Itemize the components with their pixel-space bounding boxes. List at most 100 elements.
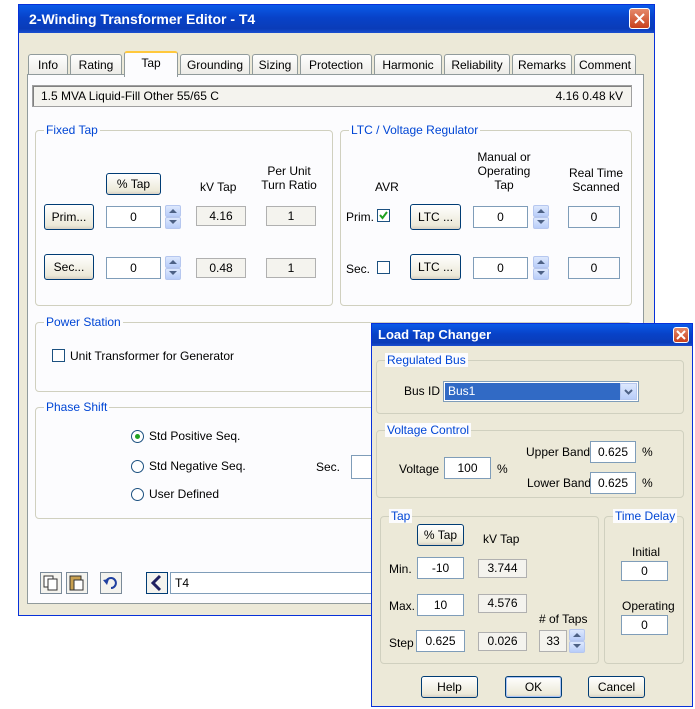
std-negative-label: Std Negative Seq. bbox=[149, 459, 246, 473]
step-label: Step bbox=[389, 636, 414, 650]
initial-delay-input[interactable]: 0 bbox=[621, 561, 668, 581]
copy-icon[interactable] bbox=[40, 572, 62, 594]
avr-sec-checkbox[interactable] bbox=[377, 261, 390, 274]
spin-down-icon[interactable] bbox=[533, 217, 549, 229]
tab-grounding[interactable]: Grounding bbox=[180, 54, 250, 75]
cancel-button[interactable]: Cancel bbox=[588, 676, 645, 698]
time-delay-group: Time Delay bbox=[604, 509, 684, 664]
avr-header: AVR bbox=[375, 180, 399, 194]
chevron-down-icon[interactable] bbox=[620, 383, 637, 400]
spin-down-icon[interactable] bbox=[533, 268, 549, 280]
sec-button[interactable]: Sec... bbox=[44, 254, 94, 280]
spin-up-icon[interactable] bbox=[533, 205, 549, 217]
prim-tap-spinner[interactable] bbox=[165, 205, 181, 229]
ltc-prim-button[interactable]: LTC ... bbox=[410, 204, 461, 230]
num-taps-label: # of Taps bbox=[539, 612, 588, 626]
num-taps-spinner[interactable] bbox=[569, 629, 585, 653]
spin-down-icon[interactable] bbox=[569, 641, 585, 653]
tab-tap[interactable]: Tap bbox=[124, 51, 178, 77]
phase-sec-label: Sec. bbox=[316, 460, 341, 474]
voltage-control-label: Voltage Control bbox=[385, 423, 472, 437]
ltc-sec-spinner[interactable] bbox=[533, 256, 549, 280]
operating-label: Operating bbox=[622, 599, 675, 613]
dialog-title-bar[interactable]: Load Tap Changer bbox=[372, 324, 692, 346]
element-id-field[interactable]: T4 bbox=[170, 572, 372, 594]
power-station-label: Power Station bbox=[44, 315, 123, 329]
pct-tap-button[interactable]: % Tap bbox=[106, 173, 161, 195]
num-taps-value: 33 bbox=[539, 630, 567, 652]
realtime-header: Real Time Scanned bbox=[568, 166, 624, 194]
tab-sizing[interactable]: Sizing bbox=[252, 54, 298, 75]
step-input[interactable]: 0.625 bbox=[416, 630, 465, 652]
voltage-summary: 4.16 0.48 kV bbox=[555, 89, 623, 103]
unit-transformer-checkbox[interactable] bbox=[52, 349, 65, 362]
paste-icon[interactable] bbox=[66, 572, 88, 594]
ltc-prim-scanned: 0 bbox=[568, 206, 620, 228]
dialog-title: Load Tap Changer bbox=[378, 327, 492, 342]
min-tap-input[interactable]: -10 bbox=[417, 557, 464, 579]
ltc-prim-tap-input[interactable]: 0 bbox=[473, 206, 528, 228]
manual-tap-header: Manual or Operating Tap bbox=[477, 150, 531, 192]
sec-turn-ratio: 1 bbox=[266, 258, 316, 278]
dlg-pct-tap-button[interactable]: % Tap bbox=[417, 524, 464, 546]
unit-transformer-label: Unit Transformer for Generator bbox=[70, 349, 235, 363]
ltc-sec-tap-input[interactable]: 0 bbox=[473, 257, 528, 279]
lower-band-unit: % bbox=[642, 476, 653, 490]
spin-up-icon[interactable] bbox=[569, 629, 585, 641]
lower-band-input[interactable]: 0.625 bbox=[590, 472, 636, 494]
tap-label: Tap bbox=[389, 509, 413, 523]
tab-reliability[interactable]: Reliability bbox=[444, 54, 510, 75]
min-kv-tap: 3.744 bbox=[478, 559, 527, 578]
help-button[interactable]: Help bbox=[421, 676, 478, 698]
spin-up-icon[interactable] bbox=[533, 256, 549, 268]
initial-label: Initial bbox=[632, 545, 661, 559]
spin-down-icon[interactable] bbox=[165, 268, 181, 280]
previous-icon[interactable] bbox=[146, 572, 168, 594]
sec-tap-input[interactable]: 0 bbox=[106, 257, 161, 279]
tab-comment[interactable]: Comment bbox=[574, 54, 636, 75]
max-kv-tap: 4.576 bbox=[478, 594, 527, 613]
upper-band-input[interactable]: 0.625 bbox=[590, 441, 636, 463]
ok-button[interactable]: OK bbox=[505, 676, 562, 698]
kv-tap-header: kV Tap bbox=[200, 180, 237, 194]
std-negative-radio[interactable] bbox=[131, 460, 144, 473]
step-kv-tap: 0.026 bbox=[478, 632, 527, 651]
close-icon bbox=[676, 330, 686, 340]
user-defined-radio[interactable] bbox=[131, 488, 144, 501]
dialog-close-button[interactable] bbox=[673, 327, 689, 343]
close-icon bbox=[634, 13, 645, 24]
ltc-sec-scanned: 0 bbox=[568, 257, 620, 279]
spin-up-icon[interactable] bbox=[165, 256, 181, 268]
bus-id-value: Bus1 bbox=[445, 383, 620, 400]
per-unit-ratio-header: Per Unit Turn Ratio bbox=[261, 164, 317, 192]
close-button[interactable] bbox=[629, 8, 650, 29]
rating-summary: 1.5 MVA Liquid-Fill Other 55/65 C bbox=[41, 89, 219, 103]
ltc-sec-label: Sec. bbox=[346, 262, 371, 276]
time-delay-label: Time Delay bbox=[613, 509, 678, 523]
checkmark-icon bbox=[379, 211, 388, 220]
std-positive-radio[interactable] bbox=[131, 430, 144, 443]
spin-up-icon[interactable] bbox=[165, 205, 181, 217]
tab-harmonic[interactable]: Harmonic bbox=[374, 54, 442, 75]
undo-icon[interactable] bbox=[100, 572, 122, 594]
tab-protection[interactable]: Protection bbox=[300, 54, 372, 75]
window-title: 2-Winding Transformer Editor - T4 bbox=[29, 11, 256, 27]
prim-tap-input[interactable]: 0 bbox=[106, 206, 161, 228]
sec-tap-spinner[interactable] bbox=[165, 256, 181, 280]
prim-button[interactable]: Prim... bbox=[44, 204, 94, 230]
operating-delay-input[interactable]: 0 bbox=[621, 615, 668, 635]
bus-id-label: Bus ID bbox=[404, 384, 441, 398]
voltage-input[interactable]: 100 bbox=[444, 457, 491, 479]
regulated-bus-label: Regulated Bus bbox=[385, 353, 468, 367]
tab-info[interactable]: Info bbox=[28, 54, 68, 75]
max-tap-input[interactable]: 10 bbox=[417, 594, 464, 616]
user-defined-label: User Defined bbox=[149, 487, 220, 501]
ltc-sec-button[interactable]: LTC ... bbox=[410, 254, 461, 280]
tab-rating[interactable]: Rating bbox=[70, 54, 122, 75]
spin-down-icon[interactable] bbox=[165, 217, 181, 229]
ltc-prim-spinner[interactable] bbox=[533, 205, 549, 229]
bus-id-select[interactable]: Bus1 bbox=[443, 381, 639, 402]
avr-prim-checkbox[interactable] bbox=[377, 209, 390, 222]
tab-remarks[interactable]: Remarks bbox=[512, 54, 572, 75]
title-bar[interactable]: 2-Winding Transformer Editor - T4 bbox=[19, 5, 654, 33]
